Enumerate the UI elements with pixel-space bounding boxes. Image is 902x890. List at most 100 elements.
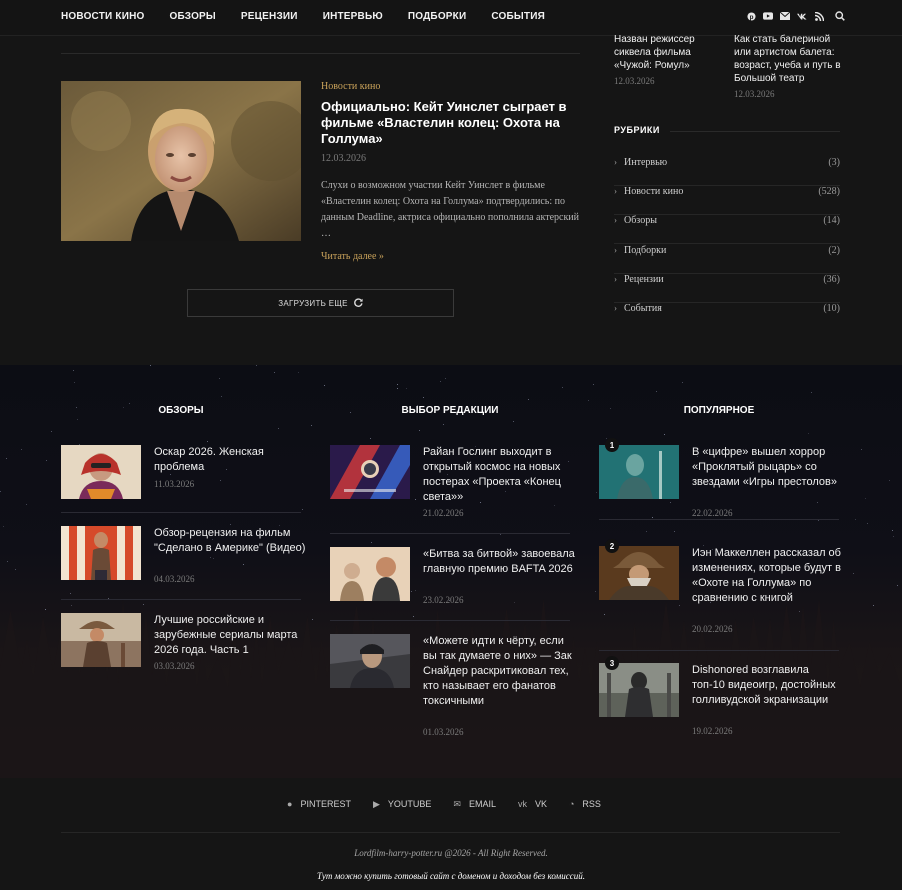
- widget-post-title[interactable]: Обзор-рецензия на фильм "Сделано в Амери…: [154, 526, 306, 556]
- nav-item-reviews[interactable]: ОБЗОРЫ: [170, 11, 216, 22]
- search-icon[interactable]: [835, 10, 845, 22]
- rubrics-heading: РУБРИКИ: [614, 125, 660, 135]
- social-link-vk[interactable]: vk VK: [518, 799, 547, 810]
- rss-icon[interactable]: [814, 10, 824, 22]
- widget-post-title[interactable]: «Можете идти к чёрту, если вы так думает…: [423, 634, 575, 709]
- post-title[interactable]: Официально: Кейт Уинслет сыграет в фильм…: [321, 99, 576, 147]
- nav-item-interviews[interactable]: ИНТЕРВЬЮ: [323, 11, 383, 22]
- star: [817, 502, 818, 503]
- post-thumbnail[interactable]: [599, 663, 679, 717]
- rubric-count: (3): [828, 157, 840, 168]
- rubric-item[interactable]: › Подборки (2): [614, 245, 840, 274]
- post-thumbnail[interactable]: [61, 613, 141, 667]
- rubric-item[interactable]: › Интервью (3): [614, 157, 840, 186]
- svg-text:p: p: [749, 13, 753, 20]
- rubric-item[interactable]: › События (10): [614, 303, 840, 332]
- social-link-pinterest[interactable]: ● PINTEREST: [287, 799, 351, 810]
- rubric-item[interactable]: › Обзоры (14): [614, 215, 840, 244]
- widget-post-date: 04.03.2026: [154, 574, 195, 584]
- rubric-name[interactable]: Обзоры: [624, 215, 657, 226]
- star: [6, 458, 7, 459]
- sidebar-post[interactable]: Как стать балериной или артистом балета:…: [734, 33, 846, 101]
- social-link-rss[interactable]: ◔ RSS: [569, 799, 601, 810]
- star: [855, 519, 856, 520]
- vk-icon: vk: [517, 799, 527, 809]
- post-thumbnail[interactable]: [61, 445, 141, 499]
- star: [595, 591, 596, 592]
- star: [889, 480, 890, 481]
- post-thumbnail[interactable]: [61, 81, 301, 241]
- star: [528, 399, 529, 400]
- load-more-button[interactable]: ЗАГРУЗИТЬ ЕЩЕ: [187, 289, 454, 317]
- post-thumbnail[interactable]: [599, 546, 679, 600]
- star: [129, 403, 130, 404]
- star: [593, 384, 594, 385]
- widget-post-title[interactable]: Райан Гослинг выходит в открытый космос …: [423, 445, 575, 505]
- star: [588, 400, 589, 401]
- star: [554, 505, 555, 506]
- nav-item-news[interactable]: НОВОСТИ КИНО: [61, 11, 145, 22]
- email-icon[interactable]: [780, 10, 790, 22]
- widget-post-title[interactable]: «Битва за битвой» завоевала главную прем…: [423, 547, 575, 577]
- post-thumbnail[interactable]: [61, 526, 141, 580]
- social-link-email[interactable]: ✉ EMAIL: [453, 799, 496, 810]
- rubric-count: (528): [818, 186, 840, 197]
- widget-post-title[interactable]: Dishonored возглавила топ-10 видеоигр, д…: [692, 663, 844, 708]
- social-link-youtube[interactable]: ▶ YOUTUBE: [373, 799, 431, 810]
- star: [70, 593, 71, 594]
- star: [513, 421, 514, 422]
- star: [74, 382, 75, 383]
- read-more-link[interactable]: Читать далее »: [321, 251, 384, 262]
- sidebar-post-title[interactable]: Назван режиссер сиквела фильма «Чужой: Р…: [614, 34, 695, 71]
- widget-post-date: 19.02.2026: [692, 726, 733, 736]
- chevron-right-icon: ›: [614, 157, 617, 167]
- star: [371, 542, 372, 543]
- star: [808, 433, 809, 434]
- nav-item-events[interactable]: СОБЫТИЯ: [491, 11, 545, 22]
- widget-post-title[interactable]: Иэн Маккеллен рассказал об изменениях, к…: [692, 546, 844, 606]
- widget-post-date: 21.02.2026: [423, 508, 464, 518]
- star: [397, 388, 398, 389]
- promo-link[interactable]: Тут можно купить готовый сайт с доменом …: [0, 871, 902, 881]
- post-thumbnail[interactable]: [330, 634, 410, 688]
- widget-heading-reviews: ОБЗОРЫ: [158, 405, 204, 416]
- post-thumbnail[interactable]: [599, 445, 679, 499]
- nav-item-collections[interactable]: ПОДБОРКИ: [408, 11, 467, 22]
- rubric-count: (10): [823, 303, 840, 314]
- rubric-name[interactable]: Рецензии: [624, 274, 664, 285]
- rubric-name[interactable]: Интервью: [624, 157, 667, 168]
- post-category[interactable]: Новости кино: [321, 81, 380, 92]
- sidebar-post-title[interactable]: Как стать балериной или артистом балета:…: [734, 34, 841, 84]
- star: [423, 397, 424, 398]
- star: [51, 431, 52, 432]
- star: [220, 480, 221, 481]
- widget-post-date: 11.03.2026: [154, 479, 195, 489]
- rubric-name[interactable]: Новости кино: [624, 186, 683, 197]
- star: [682, 382, 683, 383]
- chevron-right-icon: ›: [614, 215, 617, 225]
- pinterest-icon[interactable]: p: [746, 10, 756, 22]
- widget-post-title[interactable]: В «цифре» вышел хоррор «Проклятый рыцарь…: [692, 445, 844, 490]
- star: [865, 498, 866, 499]
- divider: [61, 53, 580, 54]
- post-thumbnail[interactable]: [330, 445, 410, 499]
- star: [207, 441, 208, 442]
- star: [897, 585, 898, 586]
- nav-item-critiques[interactable]: РЕЦЕНЗИИ: [241, 11, 298, 22]
- rubric-item[interactable]: › Новости кино (528): [614, 186, 840, 215]
- vk-icon[interactable]: [797, 10, 807, 22]
- sidebar-post[interactable]: Назван режиссер сиквела фильма «Чужой: Р…: [614, 33, 726, 88]
- youtube-icon: ▶: [372, 799, 380, 809]
- rubric-item[interactable]: › Рецензии (36): [614, 274, 840, 303]
- post-thumbnail[interactable]: [330, 547, 410, 601]
- youtube-icon[interactable]: [763, 10, 773, 22]
- copyright-text: Lordfilm-harry-potter.ru @2026 - All Rig…: [354, 848, 548, 858]
- star: [302, 509, 303, 510]
- widget-post-title[interactable]: Лучшие российские и зарубежные сериалы м…: [154, 613, 306, 658]
- rss-icon: ◔: [568, 799, 575, 809]
- rubric-name[interactable]: События: [624, 303, 662, 314]
- chevron-right-icon: ›: [614, 245, 617, 255]
- widget-post-title[interactable]: Оскар 2026. Женская проблема: [154, 445, 306, 475]
- widget-post-date: 01.03.2026: [423, 727, 464, 737]
- rubric-name[interactable]: Подборки: [624, 245, 666, 256]
